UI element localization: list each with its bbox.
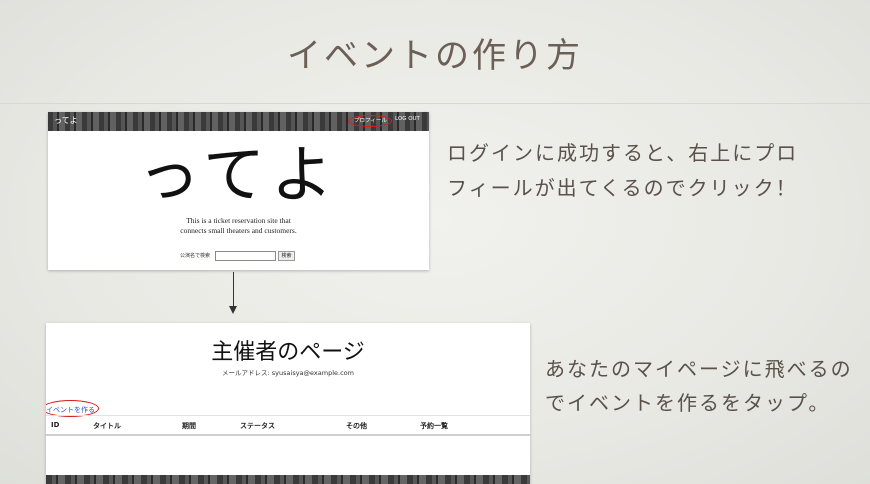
highlight-ring [348, 115, 392, 127]
email-row: メールアドレス: syusaisya@example.com [46, 367, 530, 377]
column-header-period: 期間 [182, 422, 196, 430]
top-navbar: ってよ プロフィール LOG OUT [48, 112, 429, 131]
description-line: フィールが出てくるのでクリック！ [447, 176, 798, 200]
description-line: でイベントを作るをタップ。 [545, 391, 831, 415]
description-line: あなたのマイページに飛べるの [545, 357, 853, 381]
search-label: 公演名で検索 [180, 253, 211, 259]
column-header-reservations: 予約一覧 [420, 422, 448, 430]
logout-link[interactable]: LOG OUT [395, 116, 420, 122]
email-label: メールアドレス: [222, 369, 270, 377]
search-button[interactable]: 検索 [278, 251, 295, 261]
step-description-1: ログインに成功すると、右上にプロ フィールが出てくるのでクリック！ [447, 136, 798, 206]
page-heading: 主催者のページ [211, 340, 365, 365]
site-tagline: This is a ticket reservation site that c… [48, 216, 429, 236]
column-header-other: その他 [346, 422, 367, 430]
column-header-status: ステータス [240, 422, 275, 430]
down-arrow-icon [233, 272, 234, 310]
events-table-header: ID タイトル 期間 ステータス その他 予約一覧 [46, 415, 530, 436]
email-value: syusaisya@example.com [271, 369, 354, 377]
description-line: ログインに成功すると、右上にプロ [447, 141, 799, 165]
nav-brand[interactable]: ってよ [54, 115, 78, 126]
slide-title: イベントの作り方 [287, 36, 583, 76]
footer-bar [46, 475, 530, 484]
homepage-screenshot: ってよ プロフィール LOG OUT ってよ This is a ticket … [48, 112, 429, 270]
tagline-line: This is a ticket reservation site that [186, 216, 291, 225]
step-description-2: あなたのマイページに飛べるの でイベントを作るをタップ。 [545, 352, 853, 420]
arrow-head-icon [229, 306, 237, 314]
organizer-page-screenshot: 主催者のページ メールアドレス: syusaisya@example.com イ… [46, 323, 530, 484]
title-divider [0, 103, 870, 104]
search-input[interactable] [215, 251, 276, 261]
tagline-line: connects small theaters and customers. [180, 226, 297, 235]
hero-logo-text: ってよ [138, 138, 339, 211]
column-header-id: ID [51, 421, 60, 429]
column-header-title: タイトル [93, 422, 121, 430]
